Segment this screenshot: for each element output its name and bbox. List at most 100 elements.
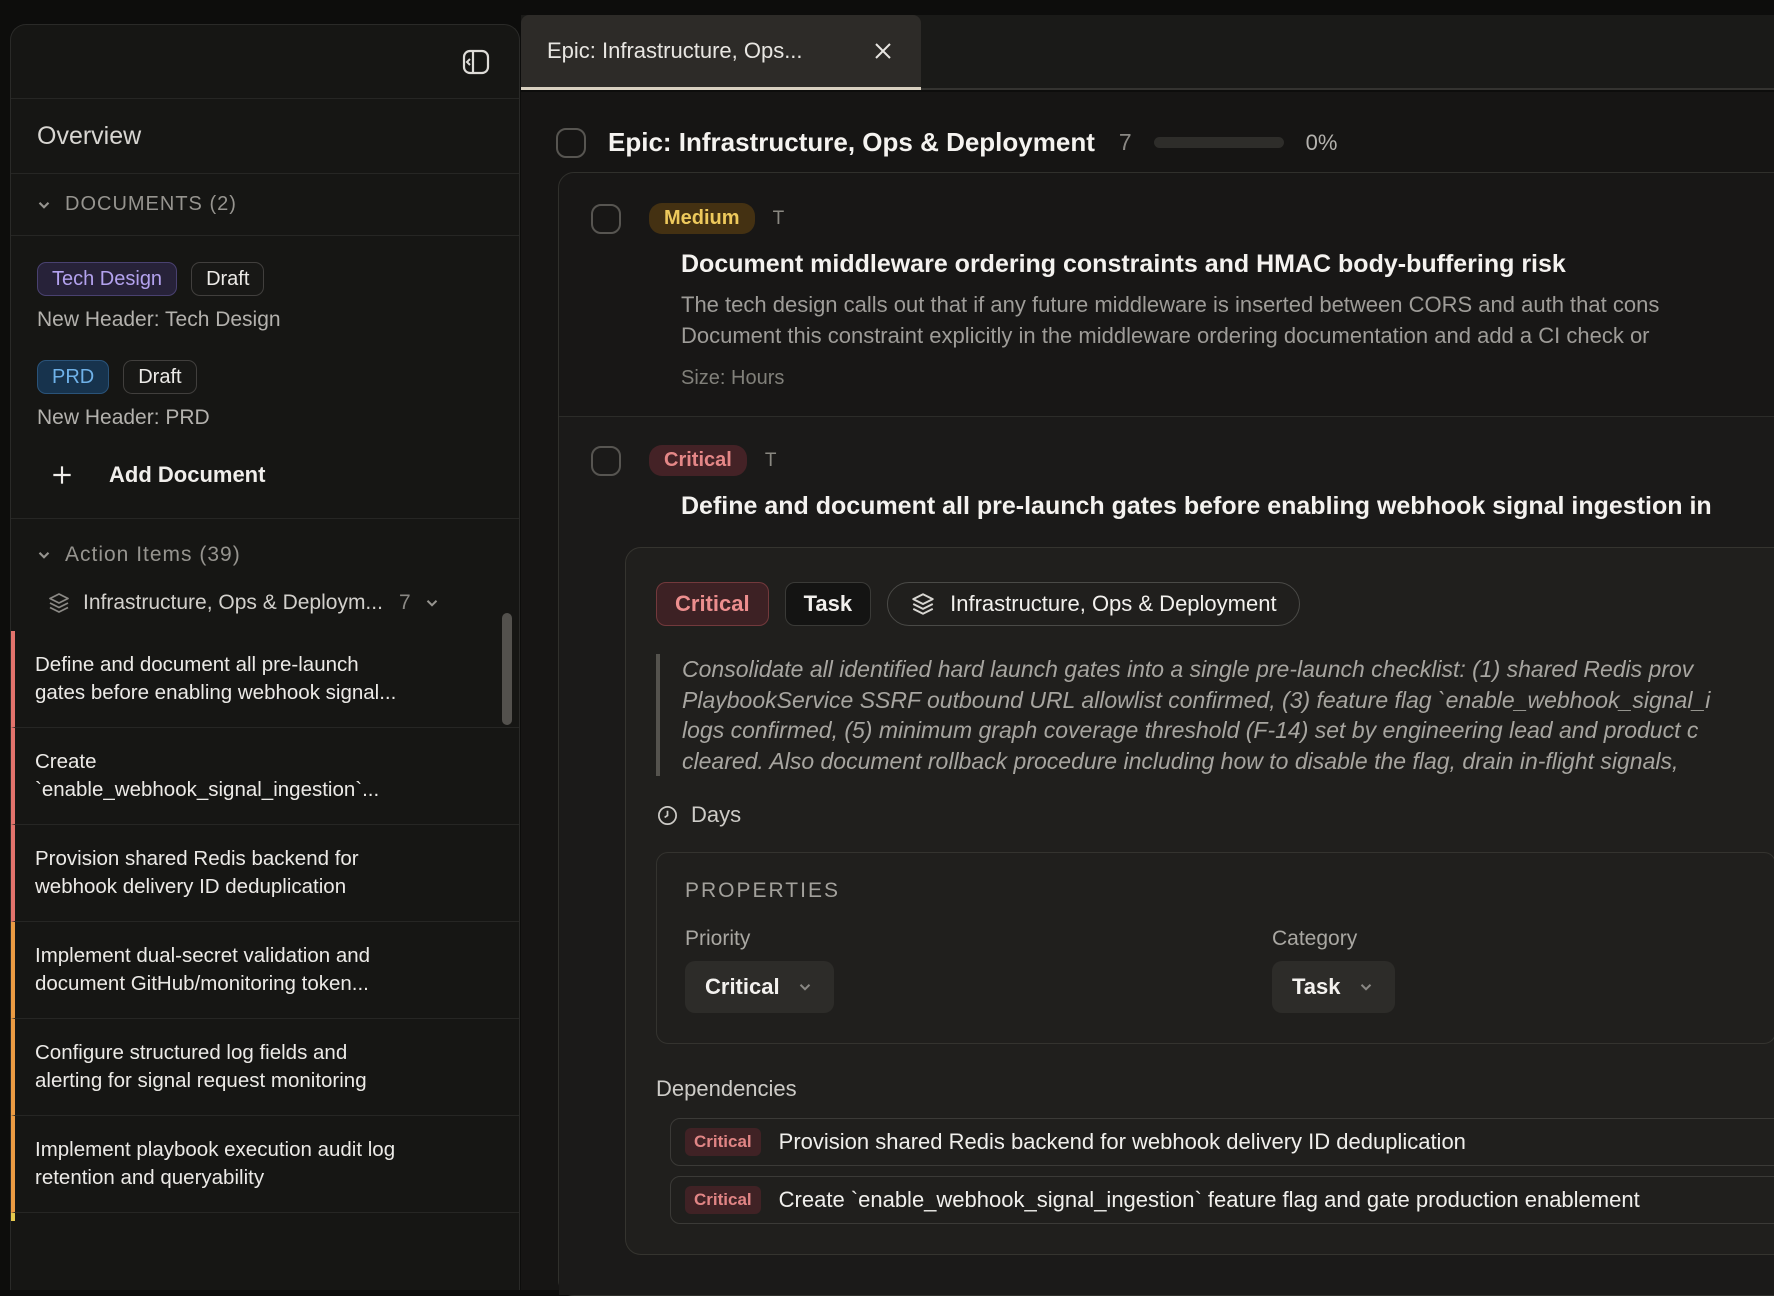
dependency-priority-badge: Critical	[685, 1186, 761, 1214]
overview-label: Overview	[37, 122, 141, 151]
list-item[interactable]: Create `enable_webhook_signal_ingestion`…	[11, 728, 519, 825]
epic-progress-bar	[1154, 137, 1284, 148]
priority-field: Priority Critical	[685, 927, 1272, 1013]
sidebar: Overview DOCUMENTS (2) Tech Design Draft…	[10, 24, 520, 1290]
action-items-section-header[interactable]: Action Items (39)	[11, 519, 519, 581]
task-description: The tech design calls out that if any fu…	[681, 289, 1774, 351]
list-item[interactable]	[11, 1213, 519, 1221]
epic-progress-percent: 0%	[1306, 130, 1338, 156]
task-list: Medium T Document middleware ordering co…	[558, 172, 1774, 1296]
dependency-text: Provision shared Redis backend for webho…	[779, 1129, 1466, 1155]
priority-badge: Medium	[649, 203, 755, 234]
task-checkbox[interactable]	[591, 204, 621, 234]
collapse-sidebar-button[interactable]	[457, 43, 495, 81]
doc-status-badge: Draft	[191, 262, 264, 296]
item-text: Configure structured log fields and	[35, 1039, 499, 1067]
category-badge-label: Infrastructure, Ops & Deployment	[950, 591, 1276, 617]
tab-epic[interactable]: Epic: Infrastructure, Ops...	[521, 15, 921, 90]
doc-type-badge: Tech Design	[37, 262, 177, 296]
item-text: alerting for signal request monitoring	[35, 1067, 499, 1095]
dependency-item[interactable]: Critical Create `enable_webhook_signal_i…	[670, 1176, 1774, 1224]
priority-badge: Critical	[649, 445, 747, 476]
list-item[interactable]: Implement playbook execution audit log r…	[11, 1116, 519, 1213]
chevron-down-icon	[796, 978, 814, 996]
layers-icon	[47, 591, 71, 615]
priority-badge[interactable]: Critical	[656, 582, 769, 626]
properties-header: PROPERTIES	[685, 879, 1747, 903]
description-line: logs confirmed, (5) minimum graph covera…	[682, 715, 1774, 746]
item-text: Create	[35, 748, 499, 776]
sidebar-scrollbar[interactable]	[502, 613, 512, 725]
collapse-sidebar-icon	[460, 46, 492, 78]
description-line: The tech design calls out that if any fu…	[681, 289, 1774, 320]
page-title: Epic: Infrastructure, Ops & Deployment	[608, 127, 1095, 158]
doc-title: New Header: PRD	[37, 406, 493, 430]
effort-label: Days	[691, 802, 741, 828]
category-dropdown-value: Task	[1292, 974, 1341, 1000]
item-text: gates before enabling webhook signal...	[35, 679, 499, 707]
chevron-down-icon	[35, 196, 53, 214]
add-document-button[interactable]: Add Document	[37, 458, 493, 488]
documents-list: Tech Design Draft New Header: Tech Desig…	[11, 236, 519, 519]
task-detail-panel: Critical Task Infrastructure, Ops & Depl…	[625, 547, 1774, 1255]
priority-dropdown-value: Critical	[705, 974, 780, 1000]
tab-bar: Epic: Infrastructure, Ops...	[521, 15, 1774, 90]
document-item[interactable]: Tech Design Draft New Header: Tech Desig…	[37, 262, 493, 332]
layers-icon	[910, 591, 936, 617]
list-item[interactable]: Implement dual-secret validation and doc…	[11, 922, 519, 1019]
list-item[interactable]: Provision shared Redis backend for webho…	[11, 825, 519, 922]
documents-section-header[interactable]: DOCUMENTS (2)	[11, 174, 519, 236]
tab-title: Epic: Infrastructure, Ops...	[547, 38, 803, 64]
epic-group-count: 7	[399, 591, 411, 615]
category-dropdown[interactable]: Task	[1272, 961, 1395, 1013]
task-card[interactable]: Medium T Document middleware ordering co…	[559, 173, 1774, 416]
category-field-label: Category	[1272, 927, 1774, 951]
epic-task-count: 7	[1119, 129, 1132, 156]
task-card-selected[interactable]: Critical T Define and document all pre-l…	[559, 416, 1774, 1295]
task-detail-description: Consolidate all identified hard launch g…	[656, 654, 1774, 776]
item-text: Implement playbook execution audit log	[35, 1136, 499, 1164]
item-text: retention and queryability	[35, 1164, 499, 1192]
add-document-label: Add Document	[109, 462, 265, 488]
plus-icon	[49, 462, 75, 488]
chevron-down-icon	[423, 594, 441, 612]
description-line: Document this constraint explicitly in t…	[681, 320, 1774, 351]
sidebar-header	[11, 25, 519, 99]
sidebar-epic-group[interactable]: Infrastructure, Ops & Deploym... 7	[11, 581, 519, 631]
priority-dropdown[interactable]: Critical	[685, 961, 834, 1013]
item-text: Provision shared Redis backend for	[35, 845, 499, 873]
description-line: cleared. Also document rollback procedur…	[682, 746, 1774, 777]
clock-icon	[656, 804, 679, 827]
list-item[interactable]: Configure structured log fields and aler…	[11, 1019, 519, 1116]
item-text: `enable_webhook_signal_ingestion`...	[35, 776, 499, 804]
type-badge[interactable]: Task	[785, 582, 872, 626]
action-items-header-label: Action Items (39)	[65, 543, 241, 567]
epic-checkbox[interactable]	[556, 128, 586, 158]
category-badge[interactable]: Infrastructure, Ops & Deployment	[887, 582, 1299, 626]
dependency-priority-badge: Critical	[685, 1128, 761, 1156]
main-area: Epic: Infrastructure, Ops... Epic: Infra…	[521, 0, 1774, 1290]
dependency-item[interactable]: Critical Provision shared Redis backend …	[670, 1118, 1774, 1166]
item-text: document GitHub/monitoring token...	[35, 970, 499, 998]
dependency-text: Create `enable_webhook_signal_ingestion`…	[779, 1187, 1640, 1213]
chevron-down-icon	[35, 546, 53, 564]
properties-box: PROPERTIES Priority Critical Category	[656, 852, 1774, 1044]
task-checkbox[interactable]	[591, 446, 621, 476]
chevron-down-icon	[1357, 978, 1375, 996]
dependencies-header: Dependencies	[656, 1076, 1774, 1102]
doc-title: New Header: Tech Design	[37, 308, 493, 332]
epic-group-label: Infrastructure, Ops & Deploym...	[83, 591, 383, 615]
documents-header-label: DOCUMENTS (2)	[65, 193, 237, 216]
epic-header: Epic: Infrastructure, Ops & Deployment 7…	[521, 92, 1774, 158]
effort-row: Days	[656, 802, 1774, 828]
description-line: Consolidate all identified hard launch g…	[682, 654, 1774, 685]
type-letter: T	[765, 450, 777, 472]
action-items-list: Define and document all pre-launch gates…	[11, 631, 519, 1221]
item-text: webhook delivery ID deduplication	[35, 873, 499, 901]
list-item[interactable]: Define and document all pre-launch gates…	[11, 631, 519, 728]
document-item[interactable]: PRD Draft New Header: PRD	[37, 360, 493, 430]
epic-content: Epic: Infrastructure, Ops & Deployment 7…	[521, 92, 1774, 1290]
task-title: Document middleware ordering constraints…	[681, 250, 1774, 279]
sidebar-item-overview[interactable]: Overview	[11, 99, 519, 174]
close-icon[interactable]	[871, 39, 895, 63]
